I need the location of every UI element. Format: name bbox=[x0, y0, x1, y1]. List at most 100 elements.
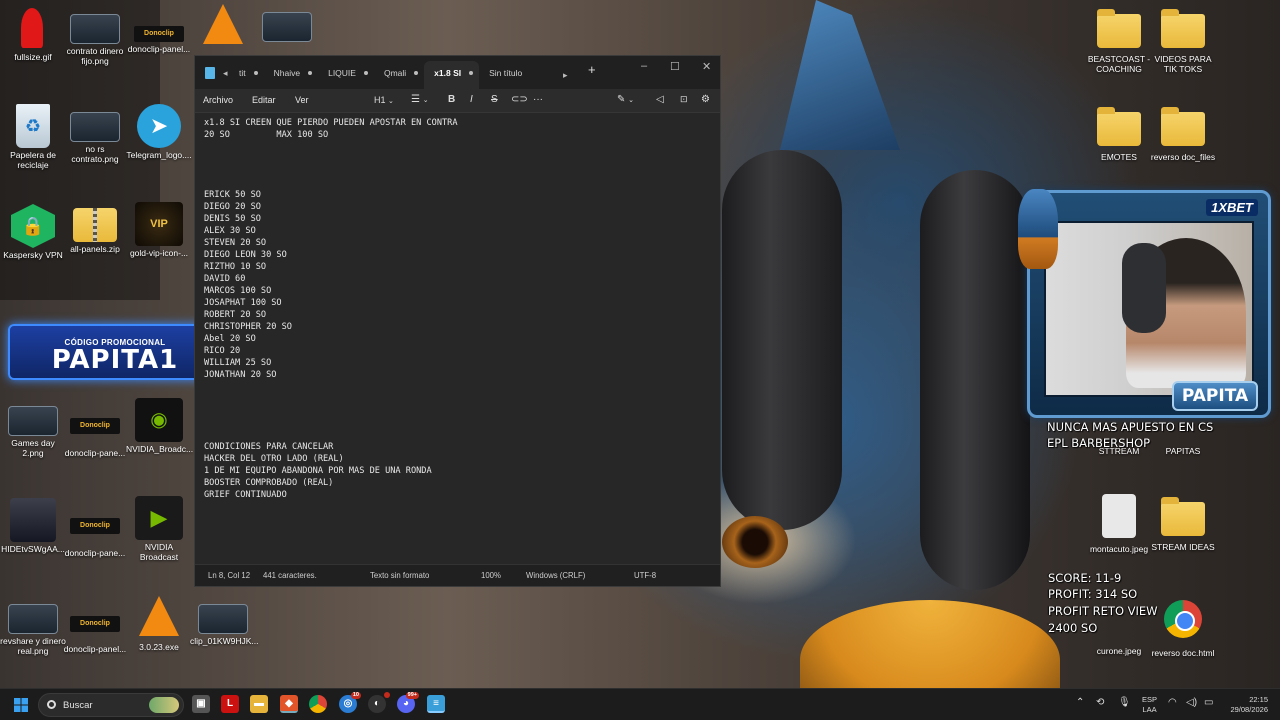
desktop-icon-fullsize-gif[interactable]: fullsize.gif bbox=[0, 6, 66, 62]
desktop-icon-all-panels-zip[interactable]: all-panels.zip bbox=[62, 202, 128, 254]
nvidia-icon: ◉ bbox=[135, 398, 183, 442]
wallpaper-headphone-right bbox=[920, 170, 1030, 590]
desktop-icon-donoclip-3[interactable]: Donoclip donoclip-pane... bbox=[62, 508, 128, 558]
gif-icon bbox=[11, 6, 55, 50]
desktop-icon-nvidia-broadcast-shortcut[interactable]: ◉ NVIDIA_Broadc... bbox=[126, 398, 193, 454]
vip-icon: VIP bbox=[135, 202, 183, 246]
encoding: UTF-8 bbox=[634, 571, 657, 580]
discord-icon[interactable]: ◕ 99+ bbox=[397, 692, 419, 713]
notepad-menubar: Archivo Editar Ver H1 ⌄ ☰ ⌄ B I S ⊂⊃ ···… bbox=[195, 89, 720, 113]
telegram-icon: ➤ bbox=[137, 104, 181, 148]
clock[interactable]: 22:15 29/08/2026 bbox=[1228, 695, 1268, 715]
text-editor[interactable]: x1.8 SI CREEN QUE PIERDO PUEDEN APOSTAR … bbox=[195, 113, 720, 565]
heading-dropdown[interactable]: H1 ⌄ bbox=[374, 95, 394, 105]
minimize-button[interactable]: – bbox=[641, 60, 647, 72]
desktop-icon-nvidia-broadcast[interactable]: ▶ NVIDIA Broadcast bbox=[126, 496, 192, 562]
vpn-icon[interactable]: ◎ 10 bbox=[339, 692, 361, 713]
image-icon bbox=[1102, 494, 1136, 538]
desktop-icon-beastcoast[interactable]: BEASTCOAST - COACHING bbox=[1086, 8, 1152, 74]
kaspersky-icon: 🔒 bbox=[11, 204, 55, 248]
webcam-feed bbox=[1044, 221, 1254, 397]
gear-icon: ⚙ bbox=[701, 94, 710, 105]
bold-button[interactable]: B bbox=[448, 94, 455, 105]
settings-button[interactable]: ⚙ bbox=[701, 94, 710, 105]
desktop-icon-videos-tiktok[interactable]: VIDEOS PARA TIK TOKS bbox=[1150, 8, 1216, 74]
tab-4[interactable]: Qmali bbox=[374, 61, 424, 89]
desktop-icon-vlc-top[interactable] bbox=[190, 4, 256, 44]
notepad-titlebar[interactable]: ◂ tit Nhaive LIQUIE Qmali x1.8 SI Sin tí… bbox=[195, 56, 720, 89]
list-icon: ☰ bbox=[411, 94, 420, 105]
maximize-button[interactable]: ☐ bbox=[670, 60, 680, 73]
desktop-icon-kaspersky[interactable]: 🔒 Kaspersky VPN bbox=[0, 204, 66, 260]
avatar-image-icon bbox=[10, 498, 56, 542]
strikethrough-button[interactable]: S bbox=[491, 94, 498, 105]
sync-icon[interactable]: ⟲ bbox=[1096, 697, 1104, 708]
tab-1[interactable]: ◂ tit bbox=[223, 61, 264, 89]
tab-scroll-right-icon[interactable]: ▸ bbox=[563, 70, 568, 81]
desktop-icon-games-day[interactable]: Games day 2.png bbox=[0, 398, 66, 458]
menu-view[interactable]: Ver bbox=[295, 95, 309, 105]
task-view-icon[interactable]: ▣ bbox=[192, 695, 210, 713]
folder-icon bbox=[1097, 107, 1141, 146]
desktop-icon-video-top[interactable] bbox=[254, 4, 320, 42]
new-tab-button[interactable]: + bbox=[588, 62, 596, 77]
donoclip-icon: Donoclip bbox=[70, 518, 120, 534]
language-indicator[interactable]: ESP LAA bbox=[1142, 695, 1157, 715]
desktop-icon-donoclip-2[interactable]: Donoclip donoclip-pane... bbox=[62, 410, 128, 458]
desktop-icon-donoclip-4[interactable]: Donoclip donoclip-panel... bbox=[62, 606, 128, 654]
app-l-icon[interactable]: L bbox=[221, 695, 239, 713]
menu-edit[interactable]: Editar bbox=[252, 95, 276, 105]
start-button[interactable] bbox=[14, 698, 28, 712]
brave-browser-icon[interactable]: ◆ bbox=[280, 695, 298, 713]
zoom-level[interactable]: 100% bbox=[481, 571, 501, 580]
notepad-taskbar-icon[interactable]: ≡ bbox=[427, 695, 445, 713]
chrome-icon[interactable] bbox=[309, 695, 327, 713]
desktop-icon-no-rs-contrato[interactable]: no rs contrato.png bbox=[62, 104, 128, 164]
chrome-icon bbox=[1164, 600, 1202, 638]
desktop-icon-montacuto[interactable]: montacuto.jpeg bbox=[1086, 494, 1152, 554]
show-hidden-icons[interactable]: ⌃ bbox=[1076, 697, 1084, 708]
tab-scroll-left-icon[interactable]: ◂ bbox=[223, 61, 228, 85]
desktop-icon-clip-video[interactable]: clip_01KW9HJK... bbox=[190, 596, 259, 646]
search-icon bbox=[47, 700, 56, 709]
desktop-icon-vlc-exe[interactable]: 3.0.23.exe bbox=[126, 596, 192, 652]
tab-3[interactable]: LIQUIE bbox=[318, 61, 374, 89]
close-button[interactable]: ✕ bbox=[702, 60, 711, 73]
document-text[interactable]: x1.8 SI CREEN QUE PIERDO PUEDEN APOSTAR … bbox=[204, 117, 711, 501]
desktop-icon-donoclip-1[interactable]: Donoclip donoclip-panel... bbox=[126, 6, 192, 54]
italic-button[interactable]: I bbox=[470, 94, 473, 105]
sparkle-icon: ✎ bbox=[617, 94, 626, 105]
desktop-icon-hide-image[interactable]: HIDEtvSWgAA... bbox=[0, 498, 66, 554]
account-button[interactable]: ⊡ bbox=[680, 94, 688, 105]
tab-6[interactable]: Sin título bbox=[479, 61, 548, 89]
announcement-button[interactable]: ◁ bbox=[656, 94, 664, 105]
desktop-icon-recycle-bin[interactable]: ♻ Papelera de reciclaje bbox=[0, 104, 66, 170]
battery-icon[interactable]: ▭ bbox=[1204, 697, 1213, 708]
copilot-dropdown[interactable]: ✎ ⌄ bbox=[617, 94, 634, 105]
folder-icon bbox=[1097, 9, 1141, 48]
menu-file[interactable]: Archivo bbox=[203, 95, 233, 105]
github-icon[interactable]: ◐ bbox=[368, 692, 390, 713]
link-button[interactable]: ⊂⊃ bbox=[511, 94, 528, 105]
desktop-icon-contrato[interactable]: contrato dinero fijo.png bbox=[62, 6, 128, 66]
desktop-icon-emotes[interactable]: EMOTES bbox=[1086, 106, 1152, 162]
wallpaper-bird-eye bbox=[722, 516, 788, 568]
more-options-button[interactable]: ··· bbox=[533, 94, 543, 105]
search-box[interactable]: Buscar bbox=[38, 693, 184, 717]
file-explorer-icon[interactable]: ▬ bbox=[250, 695, 268, 713]
microphone-icon[interactable]: 🎙 bbox=[1118, 697, 1131, 708]
desktop-icon-reverso-files[interactable]: reverso doc_files bbox=[1150, 106, 1216, 162]
desktop-icon-reverso-html[interactable]: reverso doc.html bbox=[1150, 596, 1216, 658]
desktop-icon-gold-vip[interactable]: VIP gold-vip-icon-... bbox=[126, 202, 192, 258]
wifi-icon[interactable]: ◠ bbox=[1168, 697, 1177, 708]
desktop-icon-stream-ideas[interactable]: STREAM IDEAS bbox=[1150, 496, 1216, 552]
vlc-icon bbox=[203, 4, 243, 44]
folder-icon bbox=[1161, 107, 1205, 146]
megaphone-icon: ◁ bbox=[656, 94, 664, 105]
desktop-icon-telegram[interactable]: ➤ Telegram_logo.... bbox=[126, 104, 192, 160]
volume-icon[interactable]: ◁) bbox=[1186, 697, 1197, 708]
desktop-icon-revshare[interactable]: revshare y dinero real.png bbox=[0, 596, 66, 656]
tab-active[interactable]: x1.8 SI bbox=[424, 61, 480, 89]
list-dropdown[interactable]: ☰ ⌄ bbox=[411, 94, 429, 105]
tab-2[interactable]: Nhaive bbox=[264, 61, 318, 89]
